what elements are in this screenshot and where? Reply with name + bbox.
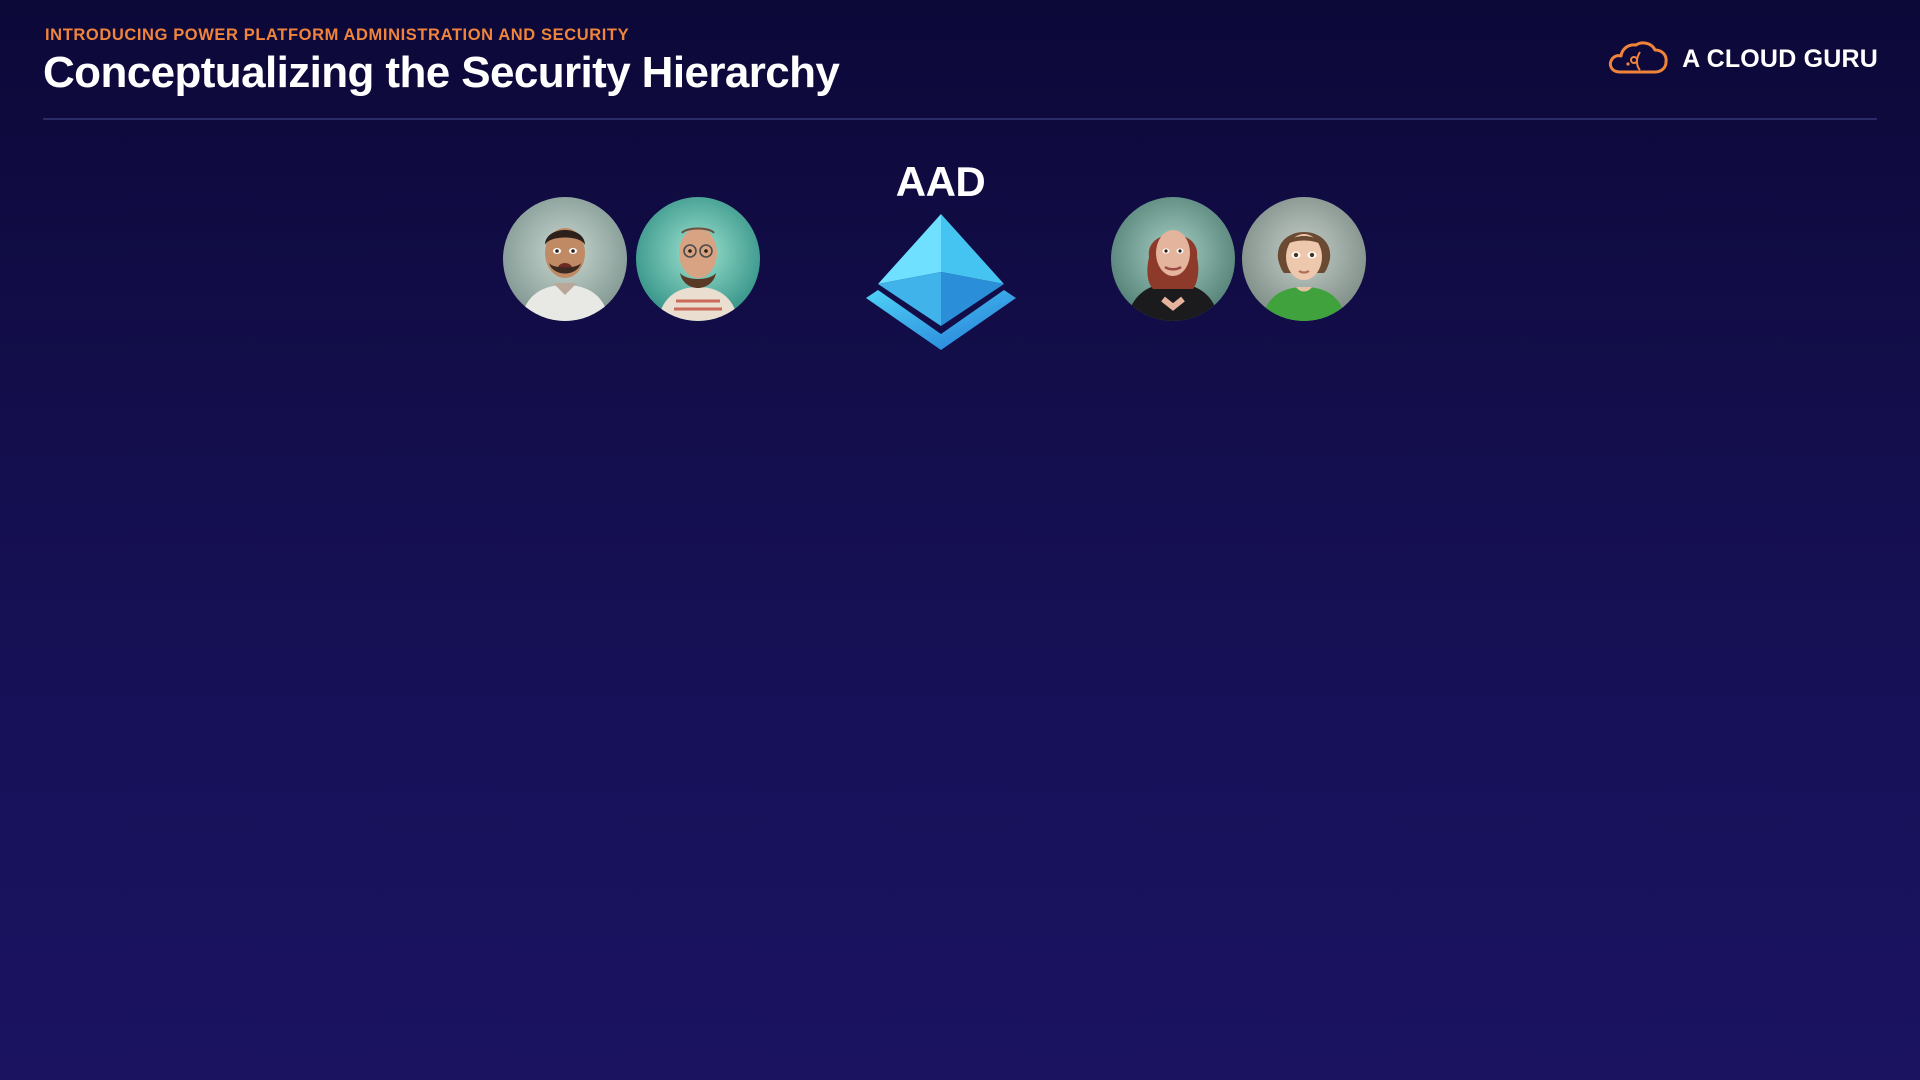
person-photo-icon: [1111, 197, 1235, 321]
page-title: Conceptualizing the Security Hierarchy: [43, 48, 840, 97]
user-avatar-3: [1111, 197, 1235, 321]
user-avatar-1: [503, 197, 627, 321]
header-divider: [43, 118, 1877, 120]
person-photo-icon: [636, 197, 760, 321]
section-kicker: INTRODUCING POWER PLATFORM ADMINISTRATIO…: [45, 26, 630, 44]
brand-name: A CLOUD GURU: [1682, 44, 1878, 73]
aad-label: AAD: [895, 158, 986, 205]
brand-logo-group: A CLOUD GURU: [1606, 38, 1878, 80]
user-avatar-4: [1242, 197, 1366, 321]
person-photo-icon: [1242, 197, 1366, 321]
person-photo-icon: [503, 197, 627, 321]
azure-active-directory-icon: [866, 214, 1016, 350]
user-avatar-2: [636, 197, 760, 321]
cloud-logo-icon: [1609, 41, 1668, 74]
